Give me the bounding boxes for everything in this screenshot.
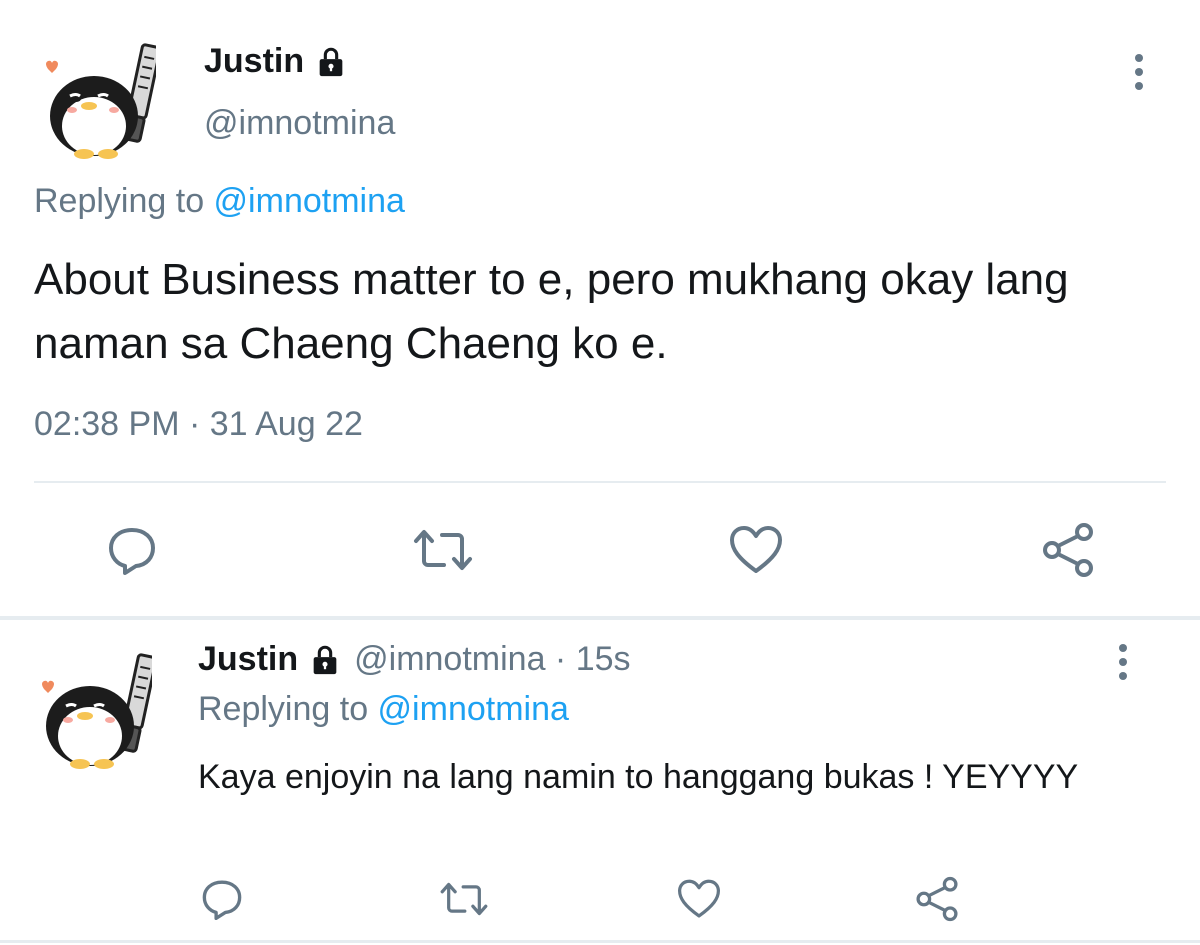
reply-button[interactable] — [198, 874, 246, 924]
reply-text: Kaya enjoyin na lang namin to hanggang b… — [198, 758, 1079, 796]
reply-icon — [109, 528, 155, 575]
lock-icon — [313, 645, 337, 674]
replying-to-mention[interactable]: @imnotmina — [214, 182, 405, 220]
retweet-button[interactable] — [436, 874, 492, 924]
reply-button[interactable] — [104, 520, 160, 580]
share-button[interactable] — [1038, 520, 1098, 580]
retweet-icon — [440, 882, 488, 916]
reply-header: Justin @imnotmina · 15s — [198, 640, 631, 679]
share-button[interactable] — [912, 874, 962, 924]
display-name[interactable]: Justin — [204, 42, 348, 81]
replying-to-label: Replying to — [34, 182, 214, 220]
penguin-avatar-icon — [46, 43, 162, 159]
reply-handle[interactable]: @imnotmina — [354, 640, 545, 679]
divider — [0, 940, 1200, 943]
replying-to-mention[interactable]: @imnotmina — [378, 690, 569, 728]
like-button[interactable] — [674, 874, 724, 924]
tweet-separator — [0, 616, 1200, 620]
reply-actions — [0, 868, 1200, 928]
tweet-timestamp[interactable]: 02:38 PM · 31 Aug 22 — [34, 405, 363, 444]
handle[interactable]: @imnotmina — [204, 104, 395, 143]
retweet-button[interactable] — [410, 520, 476, 580]
replying-to-label: Replying to — [198, 690, 378, 728]
tweet-actions — [0, 510, 1200, 590]
penguin-avatar-icon — [42, 653, 158, 769]
reply-display-name[interactable]: Justin — [198, 640, 298, 679]
like-icon — [730, 526, 782, 573]
reply-age[interactable]: 15s — [576, 640, 631, 679]
reply-meta-separator: · — [545, 640, 576, 678]
divider — [34, 481, 1166, 483]
reply-avatar[interactable] — [32, 646, 158, 771]
reply-icon — [202, 880, 242, 920]
share-icon — [1043, 523, 1093, 577]
reply-replying-to: Replying to @imnotmina — [198, 690, 569, 729]
share-icon — [916, 876, 958, 922]
display-name-text[interactable]: Justin — [204, 42, 304, 81]
like-icon — [678, 879, 720, 918]
avatar[interactable] — [36, 36, 162, 161]
more-options-icon[interactable] — [1124, 52, 1154, 94]
retweet-icon — [414, 530, 472, 570]
like-button[interactable] — [726, 520, 786, 580]
lock-icon — [319, 47, 343, 76]
more-options-icon[interactable] — [1108, 642, 1138, 684]
replying-to: Replying to @imnotmina — [34, 182, 405, 221]
tweet-text: About Business matter to e, pero mukhang… — [34, 255, 1069, 368]
